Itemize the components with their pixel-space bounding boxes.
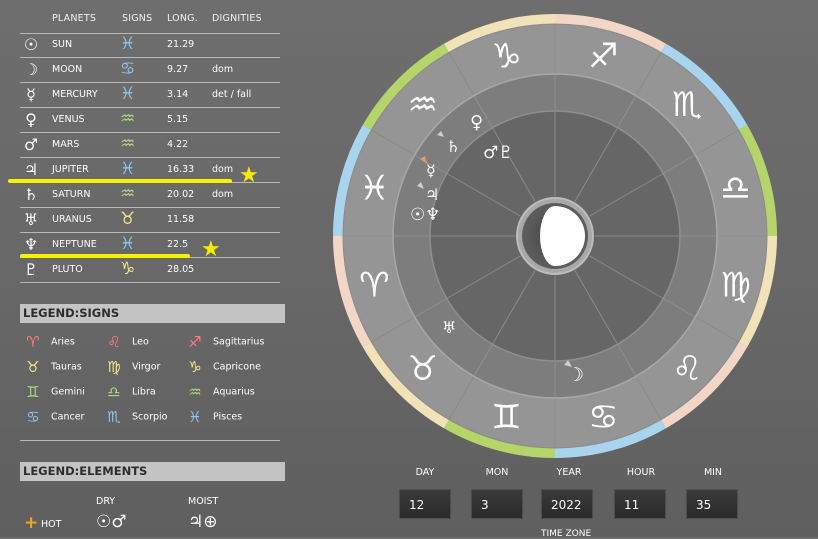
mon-input[interactable]: 3	[471, 489, 523, 519]
sagittarius-icon: ♐	[588, 36, 618, 76]
pisces-icon: ♓	[359, 169, 389, 209]
min-input[interactable]: 35	[686, 489, 738, 519]
aries-icon: ♈	[359, 265, 389, 305]
hour-input[interactable]: 11	[614, 489, 666, 519]
uranus-icon: ♅	[442, 318, 456, 337]
hour-label: HOUR	[626, 467, 656, 478]
taurus-icon: ♉	[408, 349, 438, 389]
year-label: YEAR	[556, 467, 582, 478]
mars-pluto-icon: ♂♇	[483, 143, 513, 163]
mercury-icon: ☿	[426, 161, 436, 180]
cancer-icon: ♋	[588, 398, 618, 438]
min-label: MIN	[703, 467, 723, 478]
scorpio-icon: ♏	[672, 85, 702, 125]
aquarius-icon: ♒	[408, 85, 438, 125]
day-label: DAY	[415, 467, 435, 478]
libra-icon: ♎	[720, 169, 750, 209]
gemini-icon: ♊	[491, 398, 521, 438]
venus-icon: ♀	[470, 112, 483, 133]
jupiter-icon: ♃	[425, 185, 439, 204]
virgo-icon: ♍	[720, 265, 750, 305]
saturn-icon: ♄	[446, 137, 460, 156]
wheel-center	[516, 197, 594, 275]
capricorn-icon: ♑	[491, 36, 521, 76]
day-input[interactable]: 12	[399, 489, 451, 519]
year-input[interactable]: 2022	[541, 489, 593, 519]
timezone-label: TIME ZONE	[541, 529, 592, 539]
mon-label: MON	[485, 467, 509, 478]
sun-neptune-icon: ☉♆	[410, 205, 440, 225]
zodiac-wheel: ♑ ♐ ♏ ♎ ♍ ♌ ♋ ♊ ♉ ♈ ♓ ♒ ♀ ♄ ♂♇ ☿ ♃ ☉♆ ♅ ☽	[333, 14, 777, 458]
moon-icon: ☽	[567, 364, 584, 386]
leo-icon: ♌	[672, 349, 702, 389]
